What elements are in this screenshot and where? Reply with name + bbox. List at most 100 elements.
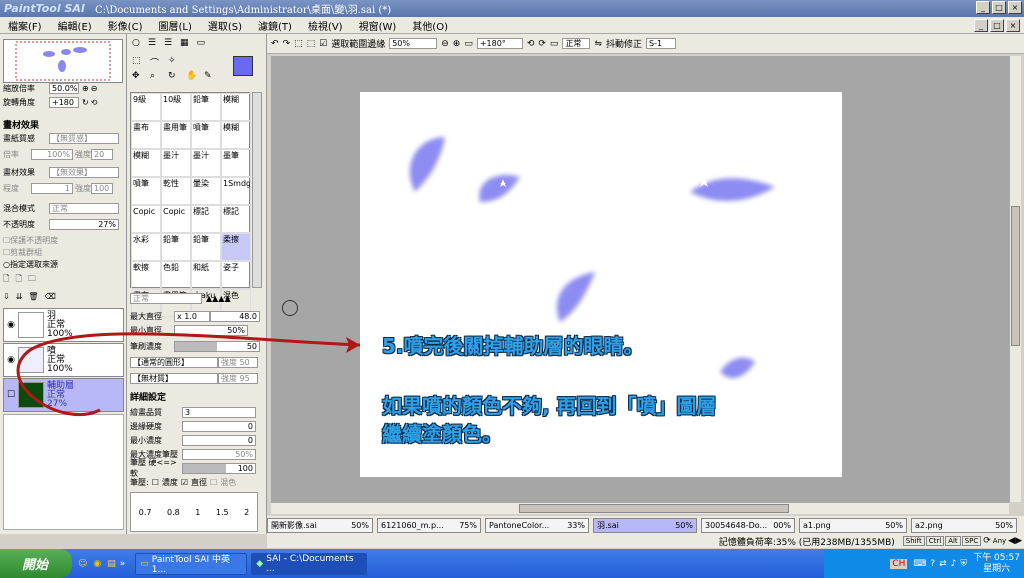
brush-slot[interactable]: 標記 — [191, 205, 221, 233]
navigator-thumbnail[interactable] — [3, 39, 123, 83]
scratchpad-icon[interactable]: ▭ — [197, 38, 206, 48]
strength2-field[interactable]: 100 — [91, 182, 113, 194]
primary-color-swatch[interactable] — [233, 56, 253, 76]
selection-source-checkbox[interactable]: ○ — [3, 260, 10, 269]
menu-view[interactable]: 檢視(V) — [300, 18, 351, 33]
stabilizer-select[interactable]: S-1 — [646, 38, 676, 49]
close-button[interactable]: × — [1008, 1, 1022, 14]
brush-slot[interactable]: 噴筆 — [191, 121, 221, 149]
menu-other[interactable]: 其他(O) — [404, 18, 456, 33]
brush-slot[interactable]: 墨汁 — [161, 149, 191, 177]
quality-select[interactable]: 3 — [182, 406, 256, 418]
brush-slot[interactable]: 水彩 — [131, 233, 161, 261]
brush-shape-strength[interactable]: 強度 50 — [218, 356, 258, 368]
clear-layer-icon[interactable]: ⌫ — [45, 292, 56, 301]
brush-slot[interactable]: 暈染 — [191, 177, 221, 205]
delete-layer-icon[interactable]: 🗑 — [28, 292, 38, 301]
brush-texture-strength[interactable]: 強度 95 — [218, 372, 258, 384]
invert-select-icon[interactable]: ⬚ — [307, 39, 316, 49]
brush-shape-icons[interactable]: ▲▲▲▲ — [206, 294, 231, 303]
zoom-icon[interactable]: ⌕ — [150, 71, 166, 81]
lang-indicator[interactable]: CH — [890, 558, 908, 569]
help-icon[interactable]: ? — [930, 559, 935, 569]
brush-mode-select[interactable]: 正常 — [130, 292, 202, 304]
layer-item[interactable]: ◉ 羽 正常 100% — [3, 308, 124, 342]
network-icon[interactable]: ⇄ — [939, 559, 947, 569]
menu-edit[interactable]: 編輯(E) — [50, 18, 100, 33]
size-preset[interactable]: 2 — [244, 508, 249, 517]
brush-slot[interactable]: 畫用筆 — [161, 121, 191, 149]
folder-icon[interactable]: ▤ — [107, 559, 116, 569]
doc-tab[interactable]: 開新影像.sai 50% — [267, 517, 373, 533]
brush-slot[interactable]: 墨汁 — [191, 149, 221, 177]
zoom-out-icon[interactable]: ⊖ — [91, 84, 98, 93]
zoom-reset-icon[interactable]: ▭ — [464, 39, 473, 49]
select-rect-icon[interactable]: ⬚ — [132, 56, 148, 69]
brush-slot[interactable]: 和紙 — [191, 261, 221, 289]
rotate-ccw-icon[interactable]: ⟲ — [527, 39, 535, 49]
brush-slot[interactable]: 色鉛 — [161, 261, 191, 289]
deselect-icon[interactable]: ⬚ — [294, 39, 303, 49]
brush-slot[interactable]: 鉛筆 — [191, 233, 221, 261]
brush-slot[interactable]: 鉛筆 — [191, 93, 221, 121]
brush-slot[interactable]: 噴筆 — [131, 177, 161, 205]
menu-filter[interactable]: 濾鏡(T) — [250, 18, 300, 33]
lasso-icon[interactable]: ⌒ — [150, 56, 166, 69]
color-wheel-icon[interactable]: ○ — [132, 38, 140, 48]
move-icon[interactable]: ✥ — [132, 71, 148, 81]
volume-icon[interactable]: ♪ — [951, 559, 957, 569]
rgb-slider-icon[interactable]: ☰ — [148, 38, 156, 48]
menu-layer[interactable]: 圖層(L) — [150, 18, 199, 33]
layer-item[interactable]: ◉ 噴 正常 100% — [3, 343, 124, 377]
left-arrow-icon[interactable]: ◀ — [1008, 536, 1015, 546]
brush-slot[interactable]: Copic — [131, 205, 161, 233]
right-arrow-icon[interactable]: ▶ — [1015, 536, 1022, 546]
hand-icon[interactable]: ✋ — [186, 71, 202, 81]
rotate-reset-icon[interactable]: ⟲ — [91, 98, 98, 107]
rotate-reset-icon[interactable]: ▭ — [550, 39, 559, 49]
brush-slot[interactable]: 軟擦 — [131, 261, 161, 289]
doc-tab[interactable]: a1.png 50% — [799, 517, 907, 533]
doc-close-button[interactable]: × — [1006, 19, 1020, 32]
magic-wand-icon[interactable]: ✧ — [168, 56, 184, 69]
horizontal-scrollbar[interactable] — [271, 502, 1009, 514]
ime-icon[interactable]: ⌨ — [913, 559, 926, 569]
eye-icon[interactable]: ◉ — [4, 320, 18, 330]
menu-canvas[interactable]: 影像(C) — [100, 18, 151, 33]
max-size-mult[interactable]: x 1.0 — [174, 310, 210, 322]
doc-tab[interactable]: a2.png 50% — [911, 517, 1017, 533]
blend-mode-select[interactable]: 正常 — [49, 202, 119, 214]
rotate-cw-icon[interactable]: ⟳ — [538, 39, 546, 49]
brush-slot[interactable]: 標記 — [221, 205, 251, 233]
max-dense-slider[interactable]: 50% — [182, 448, 256, 460]
brush-shape-select[interactable]: 【通常的圓形】 — [130, 356, 218, 368]
brush-grid-scrollbar[interactable] — [252, 92, 262, 288]
doc-tab-active[interactable]: 羽.sai 50% — [593, 517, 697, 533]
menu-selection[interactable]: 選取(S) — [200, 18, 250, 33]
doc-restore-button[interactable]: □ — [990, 19, 1004, 32]
quicklaunch-icon[interactable]: ☺ — [78, 559, 87, 569]
swatches-icon[interactable]: ▦ — [180, 38, 189, 48]
detail-settings-header[interactable]: 詳細設定 — [130, 393, 166, 403]
menu-window[interactable]: 視窗(W) — [351, 18, 405, 33]
angle-select[interactable]: +180° — [476, 38, 523, 49]
clock-time[interactable]: 下午 05:57 — [973, 553, 1020, 563]
effect-select[interactable]: 【無效果】 — [49, 166, 119, 178]
chrome-icon[interactable]: ◉ — [93, 559, 101, 569]
merge-down-icon[interactable]: ⇊ — [16, 292, 23, 301]
doc-tab[interactable]: PantoneColor... 33% — [485, 517, 589, 533]
security-icon[interactable]: ⛨ — [960, 559, 967, 569]
size-preset[interactable]: 1.5 — [216, 508, 229, 517]
texture-select[interactable]: 【無質感】 — [49, 132, 119, 144]
size-preset[interactable]: 0.7 — [139, 508, 152, 517]
new-linework-icon[interactable]: 🗋 — [15, 273, 21, 287]
brush-slot[interactable]: Copic — [161, 205, 191, 233]
new-layer-icon[interactable]: 🗋 — [3, 273, 9, 287]
brush-slot[interactable]: 模糊 — [221, 93, 251, 121]
zoom-select[interactable]: 50% — [389, 38, 438, 49]
start-button[interactable]: 開始 — [0, 549, 72, 578]
layer-item-selected[interactable]: ☐ 輔助層 正常 27% — [3, 378, 124, 412]
normal-view-button[interactable]: 正常 — [562, 38, 591, 49]
redo-icon[interactable]: ↷ — [283, 39, 291, 49]
min-density-slider[interactable]: 0 — [182, 434, 256, 446]
